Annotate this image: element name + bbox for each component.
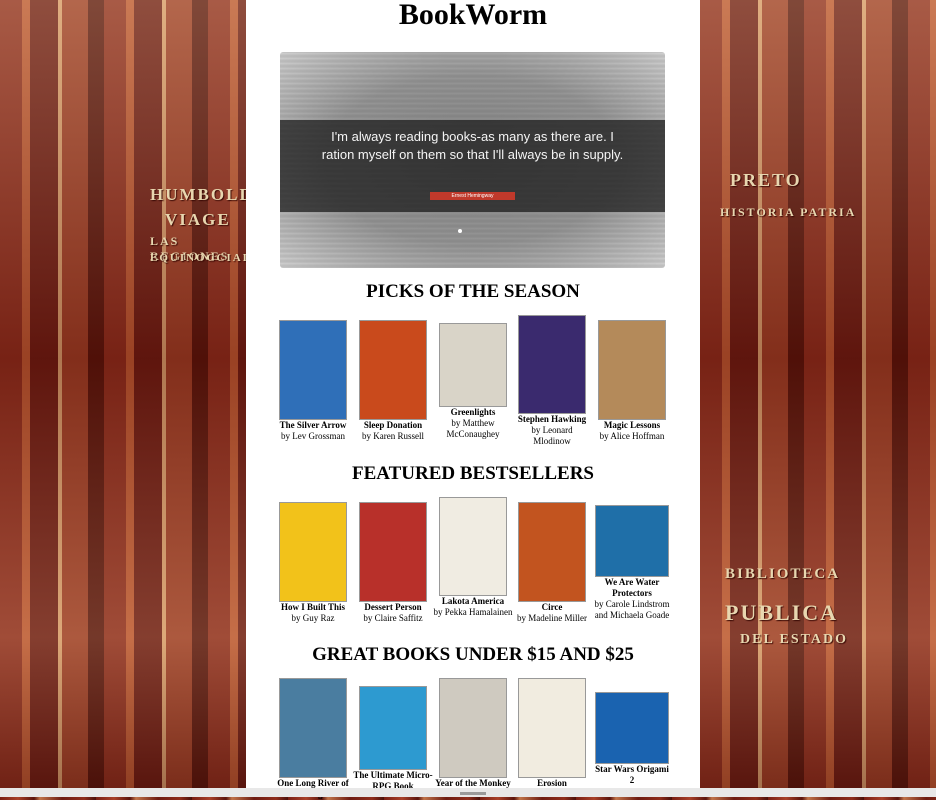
book-title[interactable]: We Are Water Protectors bbox=[592, 577, 672, 599]
book-title[interactable]: Lakota America bbox=[433, 596, 513, 607]
book-card[interactable]: Stephen Hawking by Leonard Mlodinow bbox=[512, 315, 592, 447]
book-card[interactable]: How I Built This by Guy Raz bbox=[273, 502, 353, 624]
book-title[interactable]: How I Built This bbox=[273, 602, 353, 613]
hero-quote-banner: I'm always reading books-as many as ther… bbox=[280, 52, 665, 268]
book-cover-image[interactable] bbox=[518, 678, 586, 778]
book-author: by Matthew McConaughey bbox=[446, 418, 500, 439]
book-cover-image[interactable] bbox=[518, 315, 586, 414]
bookshelf-background-left: HUMBOLDT VIAGE LAS REGIONES EQUINOCCIAL bbox=[0, 0, 265, 797]
book-cover-image[interactable] bbox=[359, 502, 427, 602]
spine-label: BIBLIOTECA bbox=[725, 566, 841, 582]
book-cover-image[interactable] bbox=[439, 678, 507, 778]
book-title[interactable]: Magic Lessons bbox=[592, 420, 672, 431]
book-card[interactable]: Dessert Person by Claire Saffitz bbox=[353, 502, 433, 624]
book-author: by Leonard Mlodinow bbox=[531, 425, 573, 446]
book-title[interactable]: Stephen Hawking bbox=[512, 414, 592, 425]
book-card[interactable]: One Long River of Song bbox=[273, 678, 353, 800]
book-card[interactable]: The Silver Arrow by Lev Grossman bbox=[273, 320, 353, 442]
book-card[interactable]: Sleep Donation by Karen Russell bbox=[353, 320, 433, 442]
logo-dot-icon bbox=[458, 229, 462, 233]
book-author: by Claire Saffitz bbox=[363, 613, 423, 623]
section-title-under-15-25: GREAT BOOKS UNDER $15 AND $25 bbox=[312, 644, 634, 665]
book-cover-image[interactable] bbox=[598, 320, 666, 420]
book-title[interactable]: Sleep Donation bbox=[353, 420, 433, 431]
book-author: by Madeline Miller bbox=[517, 613, 587, 623]
book-cover-image[interactable] bbox=[595, 505, 669, 577]
hero-quote: I'm always reading books-as many as ther… bbox=[321, 129, 624, 162]
book-card[interactable]: Year of the Monkey bbox=[433, 678, 513, 789]
book-card[interactable]: Lakota America by Pekka Hamalainen bbox=[433, 497, 513, 618]
book-card[interactable]: Circe by Madeline Miller bbox=[512, 502, 592, 624]
bookshelf-background-right: PRETO HISTORIA PATRIA BIBLIOTECA PUBLICA… bbox=[700, 0, 936, 797]
book-card[interactable]: The Ultimate Micro-RPG Book bbox=[353, 686, 433, 792]
section-title-bestsellers: FEATURED BESTSELLERS bbox=[352, 463, 594, 484]
quote-author: Ernest Hemingway bbox=[430, 192, 515, 200]
book-author: by Carole Lindstrom and Michaela Goade bbox=[594, 599, 670, 620]
main-content: BookWorm I'm always reading books-as man… bbox=[246, 0, 700, 800]
book-card[interactable]: Magic Lessons by Alice Hoffman bbox=[592, 320, 672, 442]
book-card[interactable]: We Are Water Protectors by Carole Lindstr… bbox=[592, 505, 672, 621]
book-author: by Guy Raz bbox=[291, 613, 335, 623]
book-author: by Alice Hoffman bbox=[599, 431, 665, 441]
book-cover-image[interactable] bbox=[279, 320, 347, 420]
spine-label: VIAGE bbox=[165, 210, 231, 229]
book-card[interactable]: Star Wars Origami 2 bbox=[592, 692, 672, 786]
book-title[interactable]: The Silver Arrow bbox=[273, 420, 353, 431]
book-cover-image[interactable] bbox=[595, 692, 669, 764]
book-cover-image[interactable] bbox=[439, 497, 507, 596]
spine-label: HISTORIA PATRIA bbox=[720, 205, 857, 219]
book-cover-image[interactable] bbox=[439, 323, 507, 407]
book-title[interactable]: Star Wars Origami 2 bbox=[592, 764, 672, 786]
book-title[interactable]: Circe bbox=[512, 602, 592, 613]
section-title-picks: PICKS OF THE SEASON bbox=[366, 281, 580, 302]
book-author: by Karen Russell bbox=[362, 431, 424, 441]
book-cover-image[interactable] bbox=[359, 320, 427, 420]
scrollbar-thumb[interactable] bbox=[460, 792, 486, 795]
book-card[interactable]: Greenlights by Matthew McConaughey bbox=[433, 323, 513, 440]
book-title[interactable]: Greenlights bbox=[433, 407, 513, 418]
book-title[interactable]: Dessert Person bbox=[353, 602, 433, 613]
spine-label: EQUINOCCIAL bbox=[150, 252, 253, 264]
spine-label: DEL ESTADO bbox=[740, 632, 849, 647]
book-cover-image[interactable] bbox=[279, 678, 347, 778]
book-cover-image[interactable] bbox=[279, 502, 347, 602]
book-card[interactable]: Erosion bbox=[512, 678, 592, 789]
spine-label: PRETO bbox=[730, 170, 802, 190]
site-title: BookWorm bbox=[398, 0, 548, 31]
book-cover-image[interactable] bbox=[359, 686, 427, 770]
book-author: by Lev Grossman bbox=[281, 431, 345, 441]
spine-label: PUBLICA bbox=[725, 600, 839, 625]
book-author: by Pekka Hamalainen bbox=[433, 607, 513, 617]
book-cover-image[interactable] bbox=[518, 502, 586, 602]
